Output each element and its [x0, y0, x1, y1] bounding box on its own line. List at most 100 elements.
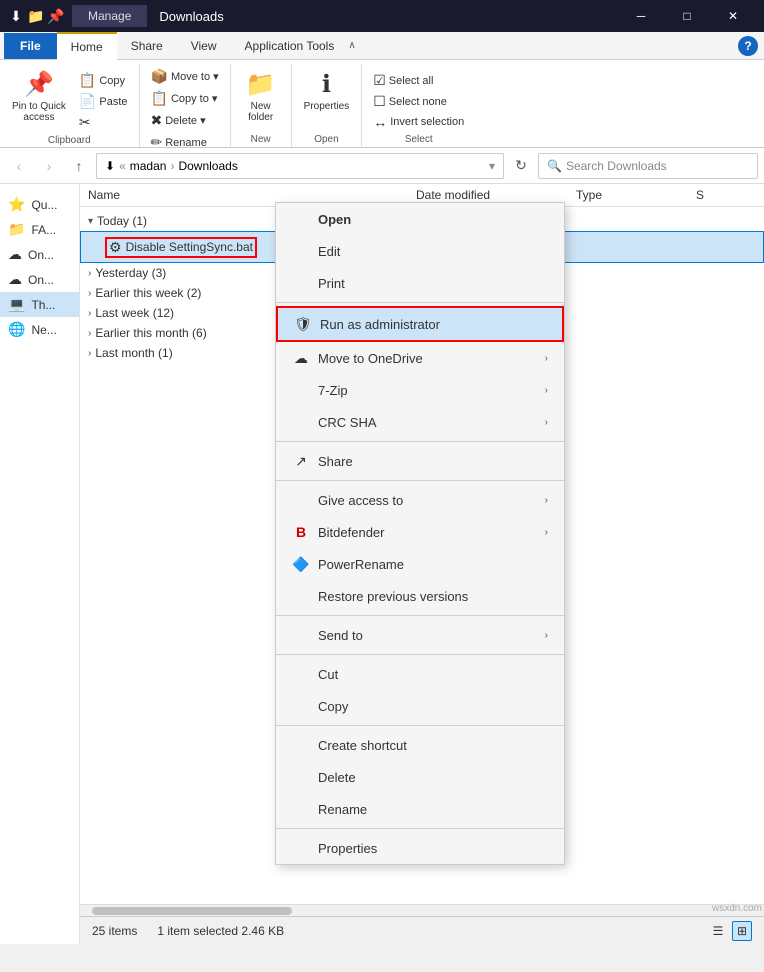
ctx-open[interactable]: Open: [276, 203, 564, 235]
sidebar-item-thispc[interactable]: 💻 Th...: [0, 292, 79, 317]
ctx-shortcut-icon: [292, 736, 310, 754]
horizontal-scrollbar[interactable]: [80, 904, 764, 916]
sidebar-item-onedrive1[interactable]: ☁ On...: [0, 242, 79, 267]
ctx-move-onedrive[interactable]: ☁ Move to OneDrive ›: [276, 342, 564, 374]
col-type-header[interactable]: Type: [576, 188, 696, 202]
address-path[interactable]: ⬇ « madan › Downloads ▾: [96, 153, 504, 179]
ctx-powerrename[interactable]: 🔷 PowerRename: [276, 548, 564, 580]
ctx-delete[interactable]: Delete: [276, 761, 564, 793]
ctx-sendto-icon: [292, 626, 310, 644]
quick-access-icon: ⭐: [8, 196, 25, 213]
chevron-earlier-month: ›: [88, 328, 91, 339]
select-all-button[interactable]: ☑ Select all: [368, 70, 469, 91]
manage-tab[interactable]: Manage: [72, 5, 147, 27]
ctx-7zip-arrow: ›: [545, 385, 548, 396]
ctx-crc-label: CRC SHA: [318, 415, 377, 430]
thispc-icon: 💻: [8, 296, 25, 313]
chevron-yesterday: ›: [88, 268, 91, 279]
copyto-icon: 📋: [151, 90, 168, 107]
ctx-rename[interactable]: Rename: [276, 793, 564, 825]
ctx-access-icon: [292, 491, 310, 509]
select-all-icon: ☑: [373, 72, 386, 89]
search-box[interactable]: 🔍 Search Downloads: [538, 153, 758, 179]
maximize-button[interactable]: □: [664, 0, 710, 32]
tab-view[interactable]: View: [177, 33, 231, 59]
ribbon: 📌 Pin to Quick access 📋 Copy 📄 Paste ✂ C…: [0, 60, 764, 148]
search-icon: 🔍: [547, 159, 562, 173]
ctx-print[interactable]: Print: [276, 267, 564, 299]
back-button[interactable]: ‹: [6, 153, 32, 179]
pin-icon: 📌: [24, 70, 54, 99]
window-title: Downloads: [159, 9, 618, 24]
ctx-properties[interactable]: Properties: [276, 832, 564, 864]
paste-icon: 📄: [79, 93, 96, 110]
sidebar-item-onedrive2[interactable]: ☁ On...: [0, 267, 79, 292]
col-name-header[interactable]: Name: [88, 188, 416, 202]
ctx-open-icon: [292, 210, 310, 228]
ctx-edit[interactable]: Edit: [276, 235, 564, 267]
rename-button[interactable]: ✏ Rename: [146, 132, 224, 153]
select-label: Select: [405, 134, 433, 145]
list-view-button[interactable]: ⊞: [732, 921, 752, 941]
col-date-header[interactable]: Date modified: [416, 188, 576, 202]
onedrive1-icon: ☁: [8, 246, 22, 263]
ctx-create-shortcut[interactable]: Create shortcut: [276, 729, 564, 761]
help-button[interactable]: ?: [738, 36, 758, 56]
ctx-cut[interactable]: Cut: [276, 658, 564, 690]
new-folder-button[interactable]: 📁 New folder: [237, 66, 285, 127]
context-menu: Open Edit Print 🛡 Run as administrator ☁…: [275, 202, 565, 865]
close-button[interactable]: ✕: [710, 0, 756, 32]
minimize-button[interactable]: ─: [618, 0, 664, 32]
ctx-delete-icon: [292, 768, 310, 786]
ctx-restore-versions[interactable]: Restore previous versions: [276, 580, 564, 612]
forward-button[interactable]: ›: [36, 153, 62, 179]
ctx-admin-label: Run as administrator: [320, 317, 440, 332]
pin-to-quick-access-button[interactable]: 📌 Pin to Quick access: [6, 66, 72, 127]
scroll-thumb[interactable]: [92, 907, 292, 915]
col-size-header[interactable]: S: [696, 188, 756, 202]
up-button[interactable]: ↑: [66, 153, 92, 179]
ctx-7zip[interactable]: 7-Zip ›: [276, 374, 564, 406]
ctx-give-access[interactable]: Give access to ›: [276, 484, 564, 516]
copy-button[interactable]: 📋 Copy: [74, 70, 133, 91]
ctx-restore-label: Restore previous versions: [318, 589, 468, 604]
ctx-rename-icon: [292, 800, 310, 818]
ctx-open-label: Open: [318, 212, 351, 227]
sidebar-item-fa[interactable]: 📁 FA...: [0, 217, 79, 242]
sidebar-item-network[interactable]: 🌐 Ne...: [0, 317, 79, 342]
refresh-button[interactable]: ↻: [508, 153, 534, 179]
tab-home[interactable]: Home: [57, 32, 117, 60]
details-view-button[interactable]: ☰: [708, 921, 728, 941]
delete-button[interactable]: ✖ Delete ▾: [146, 110, 224, 131]
path-madan[interactable]: madan: [130, 159, 167, 173]
bat-file-icon: ⚙: [109, 239, 122, 256]
new-label: New: [251, 134, 271, 145]
ctx-share-icon: ↗: [292, 452, 310, 470]
select-none-button[interactable]: ☐ Select none: [368, 91, 469, 112]
ribbon-collapse-icon[interactable]: ∧: [348, 40, 355, 51]
tab-file[interactable]: File: [4, 33, 57, 59]
ctx-crc-sha[interactable]: CRC SHA ›: [276, 406, 564, 438]
ctx-copy[interactable]: Copy: [276, 690, 564, 722]
ctx-send-to[interactable]: Send to ›: [276, 619, 564, 651]
copy-to-button[interactable]: 📋 Copy to ▾: [146, 88, 224, 109]
chevron-last-month: ›: [88, 348, 91, 359]
path-downloads[interactable]: Downloads: [178, 159, 237, 173]
tab-share[interactable]: Share: [117, 33, 177, 59]
group-label-last-week: Last week (12): [95, 306, 174, 320]
ctx-bitdefender[interactable]: B Bitdefender ›: [276, 516, 564, 548]
cut-button[interactable]: ✂: [74, 112, 133, 133]
properties-button[interactable]: ℹ Properties: [298, 66, 356, 116]
ctx-share[interactable]: ↗ Share: [276, 445, 564, 477]
separator3: ▾: [489, 159, 495, 173]
paste-button[interactable]: 📄 Paste: [74, 91, 133, 112]
tab-application-tools[interactable]: Application Tools: [231, 33, 349, 59]
back-icon: ⬇: [8, 8, 24, 24]
ctx-run-as-admin[interactable]: 🛡 Run as administrator: [276, 306, 564, 342]
ctx-delete-label: Delete: [318, 770, 356, 785]
status-selected: 1 item selected 2.46 KB: [157, 924, 284, 938]
move-to-button[interactable]: 📦 Move to ▾: [146, 66, 224, 87]
invert-selection-button[interactable]: ↔ Invert selection: [368, 112, 469, 132]
organize-col: 📦 Move to ▾ 📋 Copy to ▾ ✖ Delete ▾ ✏ Ren…: [146, 66, 224, 153]
sidebar-item-quick[interactable]: ⭐ Qu...: [0, 192, 79, 217]
